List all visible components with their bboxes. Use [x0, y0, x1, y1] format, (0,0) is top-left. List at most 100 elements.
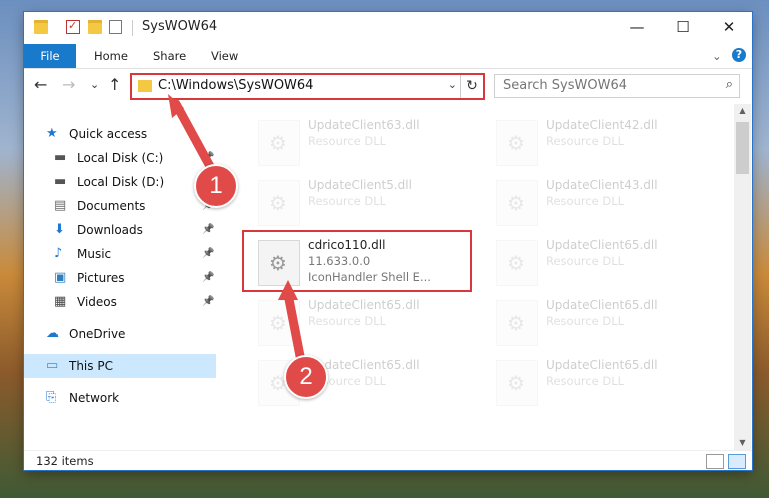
search-icon[interactable]: ⌕: [726, 77, 733, 92]
file-item[interactable]: UpdateClient63.dll Resource DLL: [248, 114, 478, 170]
details-view-icon[interactable]: [706, 454, 724, 469]
title-bar: SysWOW64 — ☐ ✕: [24, 12, 752, 44]
up-arrow-icon[interactable]: ↑: [108, 75, 121, 94]
scroll-up-icon[interactable]: ▲: [734, 106, 751, 115]
dll-file-icon: [258, 240, 300, 286]
file-detail: Resource DLL: [546, 134, 625, 148]
minimize-button[interactable]: —: [614, 12, 660, 44]
computer-icon: ▭: [46, 358, 59, 373]
drive-icon: ▬: [54, 174, 67, 189]
new-folder-icon[interactable]: [88, 20, 102, 34]
sidebar-item-label: Music: [77, 247, 112, 261]
sidebar-item[interactable]: ★ Quick access: [24, 122, 216, 146]
callout-1-badge: 1: [194, 164, 238, 208]
sidebar-item-label: Quick access: [69, 127, 148, 141]
file-item[interactable]: UpdateClient65.dllResource DLL: [248, 294, 478, 350]
dll-file-icon: [258, 300, 300, 346]
refresh-icon[interactable]: ↻: [460, 75, 483, 98]
dll-file-icon: [496, 360, 538, 406]
dll-file-icon: [496, 300, 538, 346]
sidebar-item-label: This PC: [69, 359, 113, 373]
dll-file-icon: [496, 180, 538, 226]
tab-view[interactable]: View: [211, 44, 238, 68]
quick-access-toolbar-icon[interactable]: [109, 20, 122, 34]
sidebar-item[interactable]: ▣ Pictures 📌: [24, 266, 216, 290]
window-title: SysWOW64: [142, 19, 218, 34]
address-dropdown-icon[interactable]: ⌄: [448, 78, 457, 91]
tiles-view-icon[interactable]: [728, 454, 746, 469]
status-bar: 132 items: [24, 450, 752, 470]
close-button[interactable]: ✕: [706, 12, 752, 44]
vertical-scrollbar[interactable]: ▲ ▼: [734, 104, 751, 450]
sidebar-item[interactable]: ▬Local Disk (D:)📌: [24, 170, 216, 194]
help-icon[interactable]: ?: [732, 48, 746, 62]
file-item[interactable]: UpdateClient43.dll Resource DLL: [486, 174, 716, 230]
search-input[interactable]: [503, 78, 703, 93]
sidebar-item-label: Local Disk (D:): [77, 175, 165, 189]
pin-icon[interactable]: 📌: [202, 266, 214, 290]
pin-icon[interactable]: 📌: [202, 218, 214, 242]
address-path[interactable]: C:\Windows\SysWOW64: [158, 78, 313, 93]
sidebar-item-label: Videos: [77, 295, 117, 309]
dll-file-icon: [258, 180, 300, 226]
file-detail: Resource DLL: [546, 254, 625, 268]
search-box[interactable]: ⌕: [494, 74, 740, 98]
back-arrow-icon[interactable]: ←: [34, 75, 47, 94]
star-icon: ★: [46, 126, 58, 141]
sidebar-item-label: OneDrive: [69, 327, 126, 341]
navigation-bar: ← → ⌄ ↑ C:\Windows\SysWOW64 ⌄ ↻ ⌕: [24, 69, 752, 102]
sidebar-item[interactable]: ▦ Videos 📌: [24, 290, 216, 314]
folder-icon: [34, 20, 48, 34]
drive-icon: ▬: [54, 150, 67, 165]
file-name: UpdateClient65.dll: [546, 298, 658, 312]
address-bar[interactable]: C:\Windows\SysWOW64 ⌄ ↻: [130, 73, 485, 100]
scroll-thumb[interactable]: [736, 122, 749, 174]
dll-file-icon: [496, 240, 538, 286]
network-icon: ⎘: [46, 390, 57, 405]
pictures-icon: ▣: [54, 270, 67, 285]
file-name: UpdateClient42.dll: [546, 118, 658, 132]
properties-check-icon[interactable]: [66, 19, 80, 34]
dll-file-icon: [258, 120, 300, 166]
file-detail: Resource DLL: [308, 194, 387, 208]
file-name: UpdateClient65.dll: [546, 358, 658, 372]
tab-share[interactable]: Share: [153, 44, 186, 68]
sidebar-item[interactable]: ⬇ Downloads 📌: [24, 218, 216, 242]
tab-home[interactable]: Home: [94, 44, 128, 68]
dll-file-icon: [496, 120, 538, 166]
file-item[interactable]: UpdateClient42.dll Resource DLL: [486, 114, 716, 170]
file-detail: Resource DLL: [308, 314, 387, 328]
pin-icon[interactable]: 📌: [202, 290, 214, 314]
file-item[interactable]: UpdateClient5.dll Resource DLL: [248, 174, 478, 230]
sidebar-item[interactable]: ▭ This PC: [24, 354, 216, 378]
tab-file[interactable]: File: [24, 44, 76, 68]
download-icon: ⬇: [54, 222, 65, 237]
ribbon-collapse-icon[interactable]: ⌄: [712, 44, 722, 68]
documents-icon: ▤: [54, 198, 67, 213]
sidebar-item[interactable]: ♪ Music 📌: [24, 242, 216, 266]
file-item[interactable]: UpdateClient65.dllResource DLL: [486, 234, 716, 290]
item-count: 132 items: [36, 454, 94, 468]
sidebar-item[interactable]: ▬ Local Disk (C:) 📌: [24, 146, 216, 170]
file-item[interactable]: UpdateClient65.dll Resource DLL: [486, 294, 716, 350]
cloud-icon: ☁: [46, 326, 59, 341]
scroll-down-icon[interactable]: ▼: [734, 438, 751, 447]
sidebar-item[interactable]: ☁ OneDrive: [24, 322, 216, 346]
sidebar-item-label: Local Disk (C:): [77, 151, 164, 165]
file-item[interactable]: cdrico110.dll 11.633.0.0 IconHandler Shell…: [248, 234, 478, 290]
file-name: UpdateClient43.dll: [546, 178, 658, 192]
file-detail: Resource DLL: [546, 314, 625, 328]
sidebar-item-label: Documents: [77, 199, 146, 213]
sidebar-item[interactable]: ⎘ Network: [24, 386, 216, 410]
pin-icon[interactable]: 📌: [202, 242, 214, 266]
forward-arrow-icon[interactable]: →: [62, 75, 75, 94]
ribbon-tabs: File Home Share View ⌄ ?: [24, 44, 752, 69]
sidebar-item[interactable]: ▤Documents📌: [24, 194, 216, 218]
recent-locations-icon[interactable]: ⌄: [90, 78, 99, 91]
file-detail: Resource DLL: [546, 374, 625, 388]
music-icon: ♪: [54, 246, 63, 261]
navigation-pane: ★ Quick access ▬ Local Disk (C:) 📌 ▬ Local Dis…: [24, 104, 216, 450]
maximize-button[interactable]: ☐: [660, 12, 706, 44]
file-item[interactable]: UpdateClient65.dllResource DLL: [248, 354, 478, 410]
file-item[interactable]: UpdateClient65.dll Resource DLL: [486, 354, 716, 410]
